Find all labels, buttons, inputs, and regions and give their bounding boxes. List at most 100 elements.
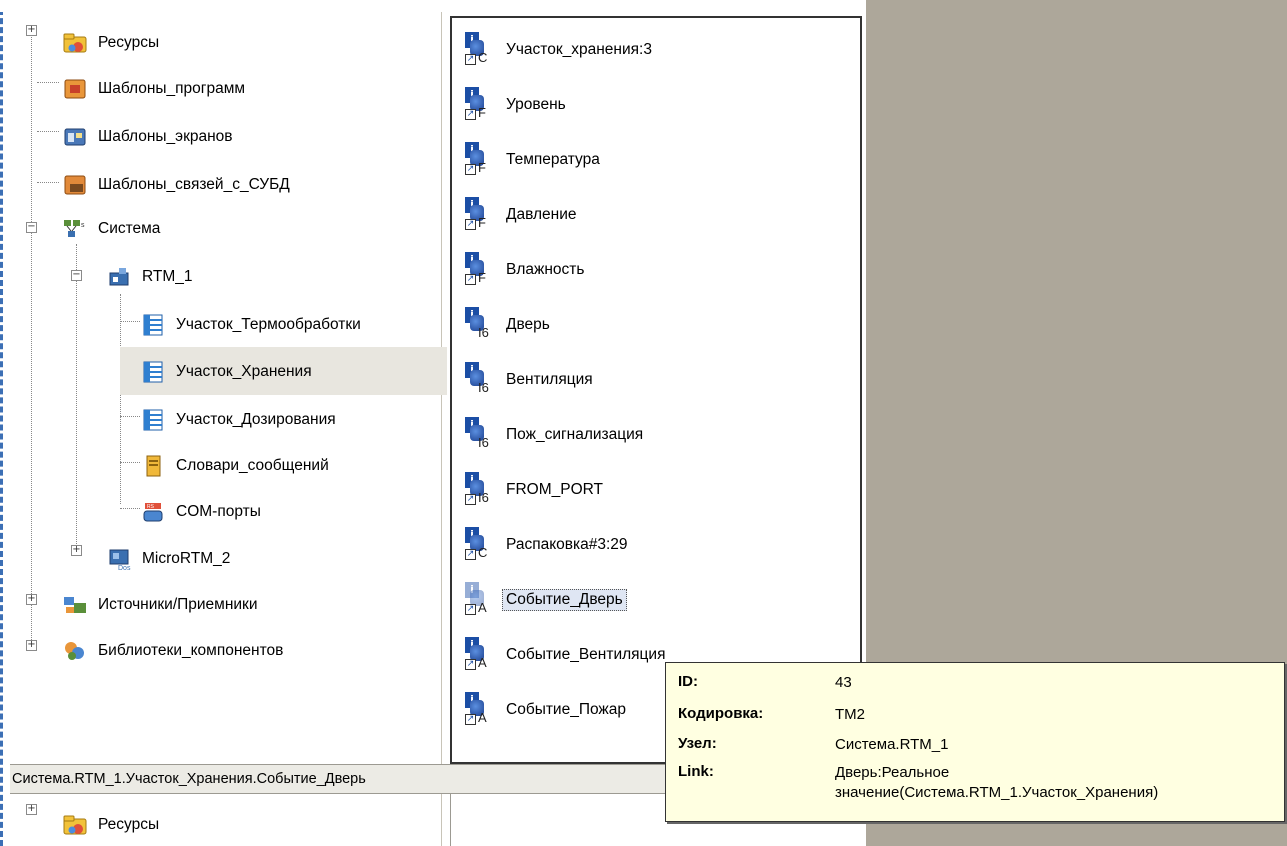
expand-toggle-resources[interactable]: + bbox=[26, 25, 37, 36]
tag-icon: i↗F bbox=[462, 250, 494, 290]
window-left-edge bbox=[0, 0, 10, 846]
tree-item-sources-receivers[interactable]: Источники/Приемники bbox=[62, 588, 260, 622]
tree-item-label: MicroRTM_2 bbox=[142, 550, 231, 567]
tree-item-dbms-templates[interactable]: Шаблоны_связей_с_СУБД bbox=[62, 168, 292, 202]
tree-item-system[interactable]: s Система bbox=[62, 212, 162, 246]
tooltip-key: Узел: bbox=[678, 735, 717, 752]
link-arrow-icon: ↗ bbox=[465, 219, 476, 230]
list-item-label: Распаковка#3:29 bbox=[506, 536, 628, 553]
list-item-label: Дверь bbox=[506, 316, 550, 333]
expand-toggle-sources[interactable]: + bbox=[26, 594, 37, 605]
list-item-door[interactable]: iI6 Дверь bbox=[462, 305, 550, 345]
list-item-temperature[interactable]: i↗F Температура bbox=[462, 140, 600, 180]
tooltip-key: ID: bbox=[678, 673, 698, 690]
tree-item-storage-section[interactable]: Участок_Хранения bbox=[140, 355, 314, 389]
list-item-level[interactable]: i↗F Уровень bbox=[462, 85, 566, 125]
tree-item-heat-treatment-section[interactable]: Участок_Термообработки bbox=[140, 308, 363, 342]
tag-list[interactable]: i↗C Участок_хранения:3 i↗F Уровень i↗F Т… bbox=[450, 16, 862, 764]
status-path-text: Система.RTM_1.Участок_Хранения.Событие_Д… bbox=[12, 771, 366, 787]
project-tree[interactable]: + − − + + + Ресурсы Шаблоны_программ Шаб… bbox=[10, 12, 447, 764]
tree-item-dosing-section[interactable]: Участок_Дозирования bbox=[140, 403, 338, 437]
folder-resources-icon bbox=[62, 813, 88, 837]
tooltip-row-encoding: Кодировка: TM2 bbox=[678, 705, 865, 725]
tree-item-program-templates[interactable]: Шаблоны_программ bbox=[62, 72, 247, 106]
tooltip-value: TM2 bbox=[835, 706, 865, 723]
expand-toggle-micrortm2[interactable]: + bbox=[71, 545, 82, 556]
tooltip-key: Link: bbox=[678, 763, 714, 780]
tree-item-label: Система bbox=[98, 220, 161, 237]
section-icon bbox=[140, 360, 166, 384]
list-item-label: Событие_Дверь bbox=[502, 589, 627, 611]
list-item-label: Температура bbox=[506, 151, 600, 168]
list-item-from-port[interactable]: i↗I6 FROM_PORT bbox=[462, 470, 603, 510]
svg-text:s: s bbox=[81, 222, 85, 229]
collapse-toggle-rtm1[interactable]: − bbox=[71, 270, 82, 281]
list-item-unpacking[interactable]: i↗C Распаковка#3:29 bbox=[462, 525, 628, 565]
tree-item-com-ports[interactable]: RS COM-порты bbox=[140, 495, 263, 529]
section-icon bbox=[140, 313, 166, 337]
list-item-label: Событие_Пожар bbox=[506, 701, 627, 718]
sources-receivers-icon bbox=[62, 593, 88, 617]
tag-icon: iI6 bbox=[462, 360, 494, 400]
tree-item-message-dictionaries[interactable]: Словари_сообщений bbox=[140, 449, 331, 483]
list-item-label: Вентиляция bbox=[506, 371, 593, 388]
list-item-ventilation[interactable]: iI6 Вентиляция bbox=[462, 360, 593, 400]
list-item-storage-section-3[interactable]: i↗C Участок_хранения:3 bbox=[462, 30, 652, 70]
expand-toggle-bottom-resources[interactable]: + bbox=[26, 804, 37, 815]
tree-item-label: Ресурсы bbox=[98, 816, 160, 833]
tag-icon: i↗F bbox=[462, 195, 494, 235]
svg-text:Dos: Dos bbox=[118, 565, 131, 571]
tooltip-value: Система.RTM_1 bbox=[835, 736, 949, 753]
tree-item-label: Шаблоны_связей_с_СУБД bbox=[98, 176, 290, 193]
tree-guide-line bbox=[120, 416, 140, 417]
tag-icon: i↗F bbox=[462, 85, 494, 125]
tree-item-resources[interactable]: Ресурсы bbox=[62, 26, 161, 60]
list-item-event-fire[interactable]: i↗A Событие_Пожар bbox=[462, 690, 626, 730]
tree-item-rtm1[interactable]: RTM_1 bbox=[106, 260, 195, 294]
tree-item-label: Участок_Термообработки bbox=[176, 316, 361, 333]
tree-item-screen-templates[interactable]: Шаблоны_экранов bbox=[62, 120, 235, 154]
bottom-tree-item-resources[interactable]: Ресурсы bbox=[62, 808, 161, 842]
list-item-fire-alarm[interactable]: iI6 Пож_сигнализация bbox=[462, 415, 643, 455]
tree-item-label: Источники/Приемники bbox=[98, 596, 258, 613]
list-item-label: FROM_PORT bbox=[506, 481, 604, 498]
list-item-event-door[interactable]: i ↗ A Событие_Дверь bbox=[462, 580, 627, 620]
tree-guide-line bbox=[120, 508, 140, 509]
tag-icon: i↗F bbox=[462, 140, 494, 180]
rtm-node-icon bbox=[106, 265, 132, 289]
program-templates-icon bbox=[62, 77, 88, 101]
tag-icon: i↗I6 bbox=[462, 470, 494, 510]
tree-guide-line bbox=[120, 321, 140, 322]
expand-toggle-libraries[interactable]: + bbox=[26, 640, 37, 651]
tree-guide-line bbox=[120, 294, 121, 504]
list-item-pressure[interactable]: i↗F Давление bbox=[462, 195, 577, 235]
collapse-toggle-system[interactable]: − bbox=[26, 222, 37, 233]
top-strip bbox=[0, 0, 866, 12]
tag-icon: i↗C bbox=[462, 30, 494, 70]
tree-item-micrortm2[interactable]: Dos MicroRTM_2 bbox=[106, 542, 232, 576]
link-arrow-icon: ↗ bbox=[465, 714, 476, 725]
tree-item-label: Шаблоны_экранов bbox=[98, 128, 233, 145]
tag-icon: i↗C bbox=[462, 525, 494, 565]
tree-item-component-libraries[interactable]: Библиотеки_компонентов bbox=[62, 634, 285, 668]
list-item-label: Событие_Вентиляция bbox=[506, 646, 666, 663]
section-icon bbox=[140, 408, 166, 432]
system-network-icon: s bbox=[62, 217, 88, 241]
tag-icon: iI6 bbox=[462, 415, 494, 455]
tooltip-row-link: Link: Дверь:Реальное значение(Система.RT… bbox=[678, 763, 1158, 803]
list-item-humidity[interactable]: i↗F Влажность bbox=[462, 250, 584, 290]
link-arrow-icon: ↗ bbox=[465, 274, 476, 285]
tag-icon: iI6 bbox=[462, 305, 494, 345]
tree-item-label: RTM_1 bbox=[142, 268, 193, 285]
tree-item-label: Ресурсы bbox=[98, 34, 160, 51]
dbms-link-templates-icon bbox=[62, 173, 88, 197]
tree-guide-line bbox=[76, 244, 77, 554]
tooltip-value: 43 bbox=[835, 674, 852, 691]
bottom-tree[interactable]: + Ресурсы bbox=[10, 794, 442, 846]
list-item-label: Уровень bbox=[506, 96, 566, 113]
list-item-event-ventilation[interactable]: i↗A Событие_Вентиляция bbox=[462, 635, 665, 675]
link-arrow-icon: ↗ bbox=[465, 604, 476, 615]
tree-guide-line bbox=[31, 34, 32, 644]
tooltip-value: значение(Система.RTM_1.Участок_Хранения) bbox=[835, 784, 1159, 801]
tree-guide-line bbox=[37, 131, 59, 132]
